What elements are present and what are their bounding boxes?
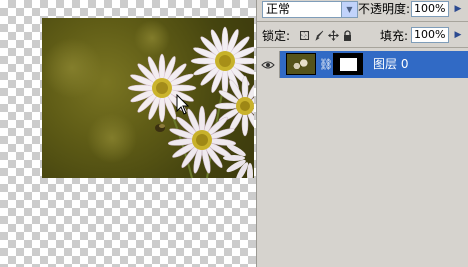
visibility-eye-icon[interactable]	[257, 51, 280, 78]
daisy-photo[interactable]	[42, 18, 254, 178]
divider	[257, 47, 468, 48]
fill-field[interactable]: 100%	[411, 27, 449, 43]
fill-label: 填充:	[380, 29, 409, 43]
layer-name[interactable]: 图层 0	[373, 57, 408, 71]
lock-label: 锁定:	[262, 29, 291, 43]
lock-all-padlock-icon[interactable]	[342, 30, 353, 41]
lock-transparent-pixels-icon[interactable]	[300, 31, 309, 40]
link-chain-icon[interactable]: ⛓	[319, 59, 333, 70]
opacity-slider-arrow-icon[interactable]: ▶	[451, 1, 465, 17]
opacity-field[interactable]: 100%	[411, 1, 449, 17]
lock-position-move-icon[interactable]	[328, 30, 339, 41]
daisy-image	[42, 20, 254, 178]
lock-image-pixels-brush-icon[interactable]	[314, 30, 325, 41]
chevron-down-icon[interactable]: ▼	[341, 2, 357, 17]
layers-panel: 正常 ▼ 不透明度: 100% ▶ 锁定: 填充: 100% ▶ ⛓ 图层 0	[256, 0, 468, 267]
blend-mode-value: 正常	[266, 2, 291, 16]
mouse-pointer-icon	[176, 94, 190, 115]
fill-slider-arrow-icon[interactable]: ▶	[451, 27, 465, 43]
blend-mode-select[interactable]: 正常 ▼	[262, 1, 358, 18]
layer-mask-thumbnail[interactable]	[333, 53, 363, 75]
layer-thumbnail[interactable]	[286, 53, 316, 75]
document-canvas[interactable]	[0, 0, 256, 267]
divider	[257, 21, 468, 22]
layer-row[interactable]: ⛓ 图层 0	[257, 51, 468, 78]
opacity-label: 不透明度:	[358, 2, 411, 16]
